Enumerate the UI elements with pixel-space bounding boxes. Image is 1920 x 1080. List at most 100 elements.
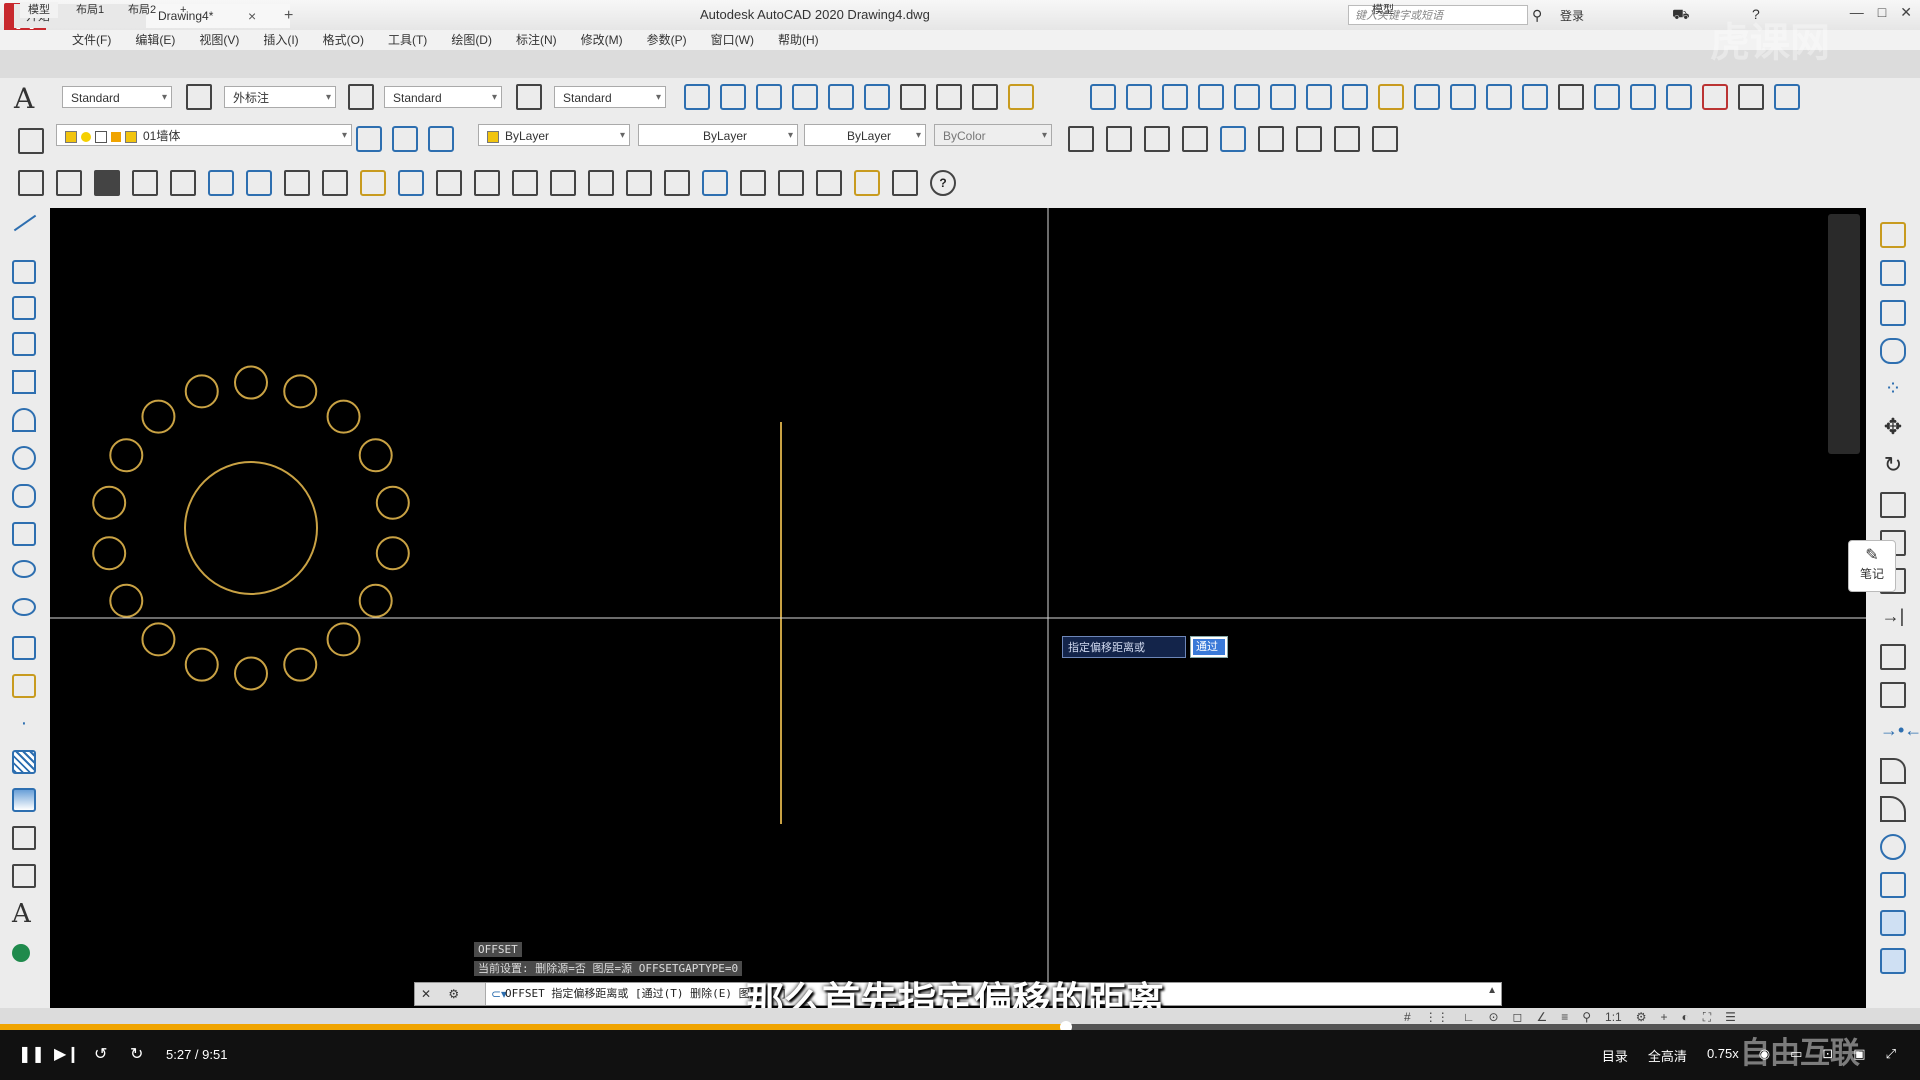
- customize-command-icon[interactable]: ⚙: [448, 987, 459, 1001]
- dim-space-icon[interactable]: [1486, 84, 1512, 110]
- polar-icon[interactable]: ⊙: [1488, 1010, 1498, 1025]
- dim-edit-icon[interactable]: [1702, 84, 1728, 110]
- ellipse-icon[interactable]: [12, 560, 36, 578]
- osnap-icon[interactable]: ◻: [1513, 1010, 1523, 1025]
- polyline-icon[interactable]: [12, 296, 36, 320]
- line-icon[interactable]: [13, 214, 37, 232]
- color-select[interactable]: ByLayer: [478, 124, 630, 147]
- array-circle[interactable]: [358, 438, 393, 473]
- print-preview-icon[interactable]: [170, 170, 196, 196]
- design-center-icon[interactable]: [740, 170, 766, 196]
- dim-jogged-icon[interactable]: [1270, 84, 1296, 110]
- zoom-extents-icon[interactable]: [1372, 126, 1398, 152]
- dim-style-icon[interactable]: [186, 84, 212, 110]
- save-file-icon[interactable]: [94, 170, 120, 196]
- break-at-point-icon[interactable]: [1880, 644, 1906, 670]
- menu-edit[interactable]: 编辑(E): [123, 30, 187, 50]
- mirror-icon[interactable]: [1880, 300, 1906, 326]
- dim-update-icon[interactable]: [1774, 84, 1800, 110]
- dim-ordinate-icon[interactable]: [1198, 84, 1224, 110]
- layer-select[interactable]: 01墙体: [56, 124, 352, 147]
- array-circle[interactable]: [375, 485, 410, 520]
- table-style-icon[interactable]: [348, 84, 374, 110]
- array-circle[interactable]: [141, 399, 176, 434]
- spline-icon[interactable]: [12, 522, 36, 546]
- layer-previous-icon[interactable]: [756, 84, 782, 110]
- table-style-select[interactable]: Standard: [384, 86, 502, 109]
- array-circle[interactable]: [326, 622, 361, 657]
- inspect-icon[interactable]: [1630, 84, 1656, 110]
- publish-icon[interactable]: [208, 170, 234, 196]
- annotation-icon[interactable]: ⚲: [1582, 1010, 1591, 1025]
- layer-states-icon[interactable]: [428, 126, 454, 152]
- array-circle[interactable]: [375, 536, 410, 571]
- fullscreen-icon[interactable]: ⛶: [1703, 1010, 1711, 1025]
- layer-isolate-icon[interactable]: [792, 84, 818, 110]
- cart-icon[interactable]: ⛟: [1672, 6, 1690, 25]
- new-file-icon[interactable]: [18, 170, 44, 196]
- properties-icon[interactable]: [702, 170, 728, 196]
- array-circle[interactable]: [109, 583, 144, 618]
- tolerance-icon[interactable]: [1558, 84, 1584, 110]
- menu-draw[interactable]: 绘图(D): [439, 30, 504, 50]
- add-selected-icon[interactable]: [12, 944, 30, 962]
- dim-radius-icon[interactable]: [1234, 84, 1260, 110]
- zoom-in-icon[interactable]: [1258, 126, 1284, 152]
- text-style-select[interactable]: Standard: [62, 86, 172, 109]
- layer-unlock-icon[interactable]: [1008, 84, 1034, 110]
- zoom-previous-icon[interactable]: [664, 170, 690, 196]
- open-file-icon[interactable]: [56, 170, 82, 196]
- layer-freeze-icon[interactable]: [936, 84, 962, 110]
- layout-tab-model[interactable]: 模型: [20, 2, 58, 18]
- rewind-icon[interactable]: ↺: [94, 1044, 107, 1064]
- zoom-scale-icon[interactable]: [1144, 126, 1170, 152]
- blend-curves-icon[interactable]: [1880, 834, 1906, 860]
- text-style-icon[interactable]: A: [14, 82, 34, 115]
- menu-tools[interactable]: 工具(T): [376, 30, 439, 50]
- polygon-icon[interactable]: [12, 332, 36, 356]
- forward-icon[interactable]: ↻: [130, 1044, 143, 1064]
- arc-icon[interactable]: [12, 408, 36, 432]
- tool-palettes-icon[interactable]: [778, 170, 804, 196]
- sheet-set-icon[interactable]: [816, 170, 842, 196]
- pan-icon[interactable]: [550, 170, 576, 196]
- dim-continue-icon[interactable]: [1450, 84, 1476, 110]
- layer-unisolate-icon[interactable]: [828, 84, 854, 110]
- zoom-dynamic-icon[interactable]: [1106, 126, 1132, 152]
- menu-file[interactable]: 文件(F): [60, 30, 123, 50]
- center-circle[interactable]: [184, 461, 318, 595]
- join-icon[interactable]: →•←: [1880, 720, 1920, 746]
- tab-drawing4[interactable]: Drawing4*: [146, 4, 290, 28]
- menu-insert[interactable]: 插入(I): [251, 30, 310, 50]
- menu-modify[interactable]: 修改(M): [569, 30, 635, 50]
- note-button[interactable]: ✎ 笔记: [1848, 540, 1896, 592]
- layout-tab-layout2[interactable]: 布局2: [120, 2, 164, 18]
- construction-line-icon[interactable]: [12, 260, 36, 284]
- dim-angular-icon[interactable]: [1342, 84, 1368, 110]
- scale-icon[interactable]: [1880, 492, 1906, 518]
- quick-dim-icon[interactable]: [1378, 84, 1404, 110]
- 3d-print-icon[interactable]: [246, 170, 272, 196]
- markup-icon[interactable]: [854, 170, 880, 196]
- drawing-canvas[interactable]: [50, 208, 1866, 1008]
- layer-lock-icon[interactable]: [972, 84, 998, 110]
- minimize-icon[interactable]: —: [1850, 4, 1864, 21]
- zoom-all-icon[interactable]: [1334, 126, 1360, 152]
- fullscreen-player-icon[interactable]: ⤢: [1886, 1046, 1896, 1065]
- zoom-window-std-icon[interactable]: [626, 170, 652, 196]
- maximize-icon[interactable]: □: [1878, 4, 1886, 21]
- redo-toolbar-icon[interactable]: [512, 170, 538, 196]
- copy-icon[interactable]: [322, 170, 348, 196]
- command-history-toggle-icon[interactable]: ▲: [1487, 985, 1497, 996]
- new-tab-button[interactable]: +: [284, 4, 293, 28]
- layer-off-icon[interactable]: [900, 84, 926, 110]
- array-circle[interactable]: [92, 485, 127, 520]
- speed-button[interactable]: 0.75x: [1707, 1046, 1739, 1065]
- menu-parametric[interactable]: 参数(P): [635, 30, 699, 50]
- insert-block-icon[interactable]: [12, 636, 36, 660]
- undo-toolbar-icon[interactable]: [474, 170, 500, 196]
- 3d-operation-icon[interactable]: [1880, 872, 1906, 898]
- quality-button[interactable]: 全高清: [1648, 1046, 1687, 1065]
- plus-icon[interactable]: +: [1661, 1010, 1668, 1025]
- pause-icon[interactable]: ❚❚: [18, 1044, 45, 1064]
